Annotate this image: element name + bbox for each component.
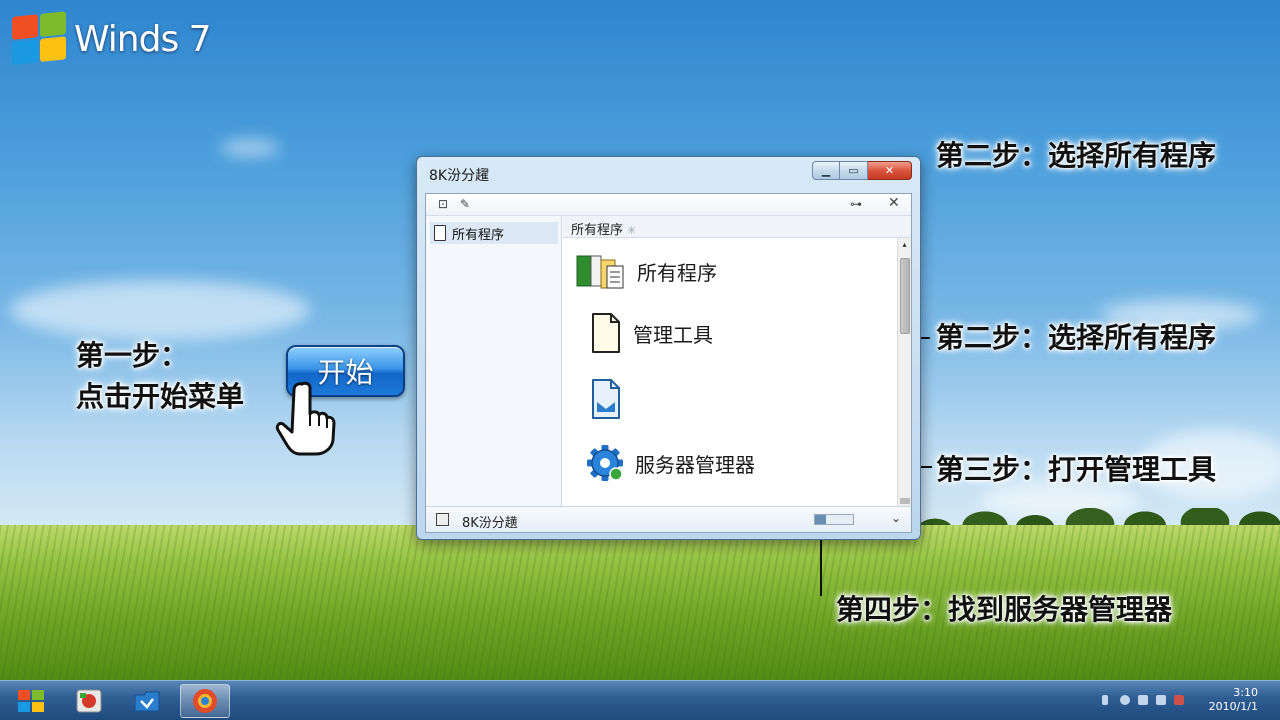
close-icon: ✕ xyxy=(884,164,895,177)
vertical-scrollbar[interactable]: ▴ xyxy=(897,238,911,508)
list-item-server-manager[interactable]: 服务器管理器 xyxy=(563,440,893,486)
minimize-button[interactable]: ▁ xyxy=(812,161,840,180)
window-title-bar[interactable]: 8K汾分趯 ▁ ▭ ✕ xyxy=(417,157,920,193)
folder-icon xyxy=(134,691,160,712)
media-icon xyxy=(76,689,102,713)
toolbar-close-icon[interactable]: ✕ xyxy=(888,195,900,211)
status-text: 8K汾分趪 xyxy=(462,516,518,531)
caption-step2-top: 第二步：选择所有程序 xyxy=(936,139,1217,172)
window-controls: ▁ ▭ ✕ xyxy=(812,161,912,180)
list-item-label: 服务器管理器 xyxy=(635,452,755,477)
clock-date: 2010/1/1 xyxy=(1208,700,1258,714)
caption-step1-line2: 点击开始菜单 xyxy=(76,379,245,413)
caption-step1-line1: 第一步： xyxy=(76,339,189,372)
pin-icon[interactable]: ✎ xyxy=(460,197,470,211)
flag-icon[interactable] xyxy=(1156,695,1166,705)
list-item-label: 管理工具 xyxy=(633,322,713,347)
programs-icon xyxy=(576,255,624,289)
caption-step2: 第二步：选择所有程序 xyxy=(936,321,1217,354)
status-icon xyxy=(436,513,449,526)
close-button[interactable]: ✕ xyxy=(868,161,912,180)
window-toolbar: ⊡ ✎ ⊶ ✕ xyxy=(426,194,911,216)
taskbar-app-browser[interactable] xyxy=(180,684,230,718)
content-header: 所有程序 ✳ xyxy=(563,216,911,238)
list-item-admin-tools[interactable]: 管理工具 xyxy=(563,310,893,356)
taskbar: 3:10 2010/1/1 xyxy=(0,680,1280,720)
clock-time: 3:10 xyxy=(1233,686,1258,699)
key-icon[interactable]: ⊶ xyxy=(850,197,862,211)
network-icon[interactable] xyxy=(1120,695,1130,705)
scroll-down-arrow-icon[interactable] xyxy=(900,498,910,504)
cloud xyxy=(220,140,280,156)
document-icon xyxy=(434,225,446,241)
caption-step1: 第一步： 点击开始菜单 xyxy=(76,336,244,417)
content-pane: 所有程序 ✳ 所有程序 管理工具 服务器管理器 ▴ xyxy=(563,216,911,508)
gear-icon xyxy=(587,445,623,481)
taskbar-app-media[interactable] xyxy=(64,684,114,718)
navigation-sidebar: 所有程序 xyxy=(426,216,562,508)
sidebar-item-all-programs[interactable]: 所有程序 xyxy=(430,222,558,244)
caption-step3: 第三步：打开管理工具 xyxy=(936,453,1217,486)
maximize-button[interactable]: ▭ xyxy=(840,161,868,180)
taskbar-start-orb[interactable] xyxy=(6,684,56,718)
camera-icon[interactable]: ⊡ xyxy=(438,197,448,211)
status-progress xyxy=(814,514,854,525)
scroll-thumb[interactable] xyxy=(900,258,910,334)
hand-pointer-icon xyxy=(275,381,336,456)
caption-step4: 第四步：找到服务器管理器 xyxy=(836,593,1173,626)
document-icon xyxy=(592,313,620,353)
chevron-down-icon[interactable]: ⌄ xyxy=(891,511,901,525)
list-item-all-programs[interactable]: 所有程序 xyxy=(563,248,893,294)
status-bar: 8K汾分趪 ⌄ xyxy=(426,506,911,532)
logo-text: Winds 7 xyxy=(74,18,212,60)
minimize-icon: ▁ xyxy=(821,164,831,177)
window-body: ⊡ ✎ ⊶ ✕ 所有程序 所有程序 ✳ 所有程序 管理工具 服务器管理器 ▴ 8… xyxy=(425,193,912,533)
windows-flag-icon xyxy=(12,11,68,67)
taskbar-clock[interactable]: 3:10 2010/1/1 xyxy=(1209,686,1258,715)
window-title: 8K汾分趯 xyxy=(429,168,490,184)
list-item-label: 所有程序 xyxy=(637,260,717,285)
windows-logo: Winds 7 xyxy=(12,11,212,67)
browser-icon xyxy=(193,689,217,713)
sidebar-item-label: 所有程序 xyxy=(452,227,505,243)
scroll-up-arrow-icon[interactable]: ▴ xyxy=(899,240,910,252)
system-tray: 3:10 2010/1/1 xyxy=(1080,681,1280,720)
tray-arrow-icon[interactable] xyxy=(1102,695,1108,705)
cloud xyxy=(10,280,310,340)
content-header-label: 所有程序 xyxy=(571,223,624,238)
star-icon: ✳ xyxy=(627,224,637,237)
taskbar-app-explorer[interactable] xyxy=(122,684,172,718)
explorer-window: 8K汾分趯 ▁ ▭ ✕ ⊡ ✎ ⊶ ✕ 所有程序 所有程序 ✳ 所有程序 管理工… xyxy=(416,156,921,540)
blue-document-icon xyxy=(592,379,620,419)
list-item-unlabeled[interactable] xyxy=(563,376,893,422)
start-orb-icon xyxy=(18,690,44,712)
volume-icon[interactable] xyxy=(1138,695,1148,705)
maximize-icon: ▭ xyxy=(848,164,859,177)
power-icon[interactable] xyxy=(1174,695,1184,705)
